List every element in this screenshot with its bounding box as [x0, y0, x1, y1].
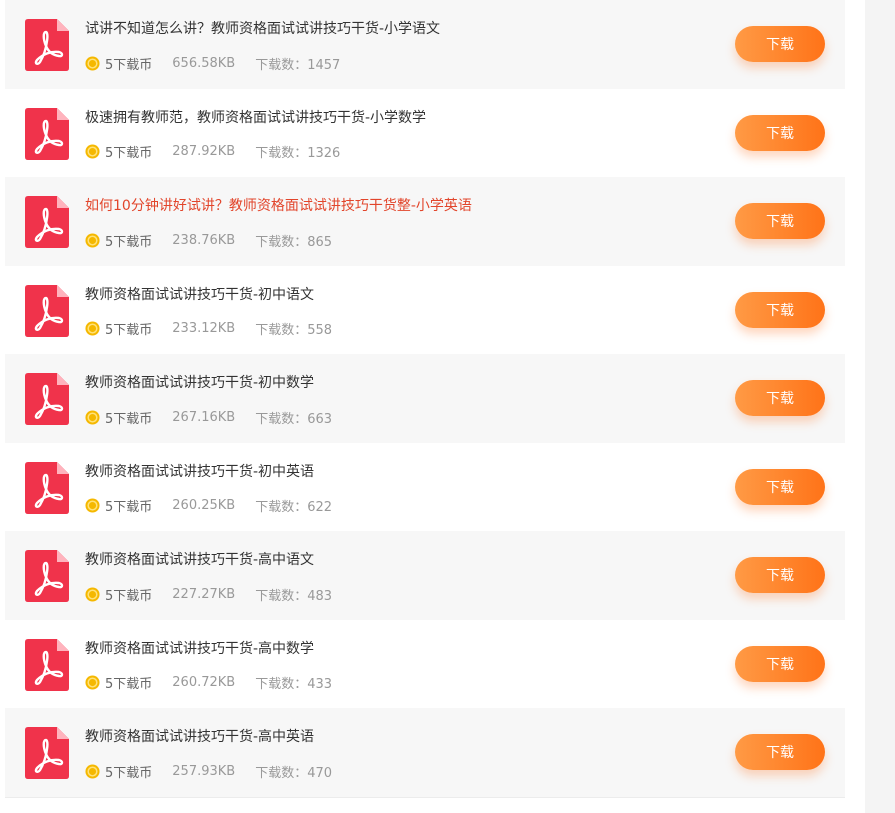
resource-meta: 5下载币 287.92KB 下载数：1326: [85, 143, 340, 161]
coin-icon: [85, 498, 100, 513]
download-button[interactable]: 下载: [735, 26, 825, 62]
download-cost: 5下载币: [105, 57, 153, 73]
pdf-icon: [25, 727, 69, 779]
file-size: 287.92KB: [172, 144, 236, 159]
list-item: 如何10分钟讲好试讲？教师资格面试试讲技巧干货整-小学英语 5下载币 238.7…: [5, 177, 845, 266]
resource-title[interactable]: 教师资格面试试讲技巧干货-初中数学: [85, 372, 314, 392]
pdf-icon: [25, 461, 69, 514]
pdf-icon: [25, 284, 69, 337]
resource-meta: 5下载币 260.72KB 下载数：433: [85, 674, 332, 692]
download-cost: 5下载币: [105, 677, 153, 692]
file-size: 260.72KB: [172, 675, 236, 690]
download-cost: 5下载币: [105, 765, 153, 781]
resource-meta: 5下载币 267.16KB 下载数：663: [85, 408, 333, 427]
resource-meta: 5下载币 656.58KB 下载数：1457: [85, 54, 341, 73]
pdf-icon: [25, 550, 69, 602]
resource-title[interactable]: 试讲不知道怎么讲？教师资格面试试讲技巧干货-小学语文: [85, 18, 440, 38]
download-count: 下载数：1326: [255, 146, 341, 161]
coin-icon: [85, 55, 100, 71]
file-size: 267.16KB: [172, 409, 236, 425]
download-button[interactable]: 下载: [735, 734, 825, 770]
resource-title[interactable]: 教师资格面试试讲技巧干货-高中语文: [85, 549, 314, 569]
download-button[interactable]: 下载: [735, 291, 825, 328]
resource-title[interactable]: 极速拥有教师范，教师资格面试试讲技巧干货-小学数学: [85, 107, 426, 127]
download-count: 下载数：663: [255, 411, 333, 427]
file-size: 238.76KB: [172, 232, 236, 248]
pdf-icon: [25, 196, 69, 248]
download-count: 下载数：1457: [255, 57, 341, 73]
file-size: 227.27KB: [172, 586, 236, 602]
list-item: 教师资格面试试讲技巧干货-初中语文 5下载币 233.12KB 下载数：558 …: [5, 266, 845, 355]
download-cost: 5下载币: [105, 500, 153, 515]
list-item: 教师资格面试试讲技巧干货-高中数学 5下载币 260.72KB 下载数：433 …: [5, 620, 845, 709]
coin-icon: [85, 232, 100, 248]
list-item: 教师资格面试试讲技巧干货-初中数学 5下载币 267.16KB 下载数：663 …: [5, 354, 845, 443]
list-item: 教师资格面试试讲技巧干货-高中英语 5下载币 257.93KB 下载数：470 …: [5, 708, 845, 798]
list-item: 教师资格面试试讲技巧干货-初中英语 5下载币 260.25KB 下载数：622 …: [5, 443, 845, 532]
resource-title[interactable]: 教师资格面试试讲技巧干货-高中数学: [85, 638, 314, 658]
download-button[interactable]: 下载: [735, 468, 825, 505]
download-cost: 5下载币: [105, 588, 153, 604]
download-list: 试讲不知道怎么讲？教师资格面试试讲技巧干货-小学语文 5下载币 656.58KB…: [5, 0, 845, 798]
page-gutter: [865, 0, 895, 813]
pdf-icon: [25, 19, 69, 71]
list-item: 试讲不知道怎么讲？教师资格面试试讲技巧干货-小学语文 5下载币 656.58KB…: [5, 0, 845, 89]
download-button[interactable]: 下载: [735, 203, 825, 239]
list-item: 极速拥有教师范，教师资格面试试讲技巧干货-小学数学 5下载币 287.92KB …: [5, 89, 845, 178]
coin-icon: [85, 409, 100, 425]
pdf-icon: [25, 373, 69, 425]
resource-title[interactable]: 教师资格面试试讲技巧干货-高中英语: [85, 726, 314, 746]
download-cost: 5下载币: [105, 146, 153, 161]
resource-meta: 5下载币 260.25KB 下载数：622: [85, 497, 332, 515]
download-button[interactable]: 下载: [735, 557, 825, 593]
resource-meta: 5下载币 227.27KB 下载数：483: [85, 585, 333, 604]
resource-title[interactable]: 教师资格面试试讲技巧干货-初中语文: [85, 284, 314, 304]
coin-icon: [85, 586, 100, 602]
coin-icon: [85, 144, 100, 159]
resource-title[interactable]: 教师资格面试试讲技巧干货-初中英语: [85, 461, 314, 481]
download-count: 下载数：433: [255, 677, 333, 692]
download-count: 下载数：483: [255, 588, 333, 604]
download-button[interactable]: 下载: [735, 645, 825, 682]
coin-icon: [85, 321, 100, 336]
coin-icon: [85, 763, 100, 779]
download-button[interactable]: 下载: [735, 114, 825, 151]
pdf-icon: [25, 638, 69, 691]
coin-icon: [85, 675, 100, 690]
file-size: 656.58KB: [172, 55, 236, 71]
list-item: 教师资格面试试讲技巧干货-高中语文 5下载币 227.27KB 下载数：483 …: [5, 531, 845, 620]
resource-meta: 5下载币 257.93KB 下载数：470: [85, 762, 333, 781]
download-button[interactable]: 下载: [735, 380, 825, 416]
download-count: 下载数：865: [255, 234, 333, 250]
resource-title[interactable]: 如何10分钟讲好试讲？教师资格面试试讲技巧干货整-小学英语: [85, 195, 472, 215]
download-cost: 5下载币: [105, 234, 153, 250]
download-count: 下载数：622: [255, 500, 333, 515]
file-size: 260.25KB: [172, 498, 236, 513]
download-count: 下载数：470: [255, 765, 333, 781]
download-cost: 5下载币: [105, 323, 153, 338]
download-cost: 5下载币: [105, 411, 153, 427]
resource-meta: 5下载币 233.12KB 下载数：558: [85, 320, 332, 338]
file-size: 257.93KB: [172, 763, 236, 779]
pdf-icon: [25, 107, 69, 160]
resource-meta: 5下载币 238.76KB 下载数：865: [85, 231, 333, 250]
file-size: 233.12KB: [172, 321, 236, 336]
download-count: 下载数：558: [255, 323, 333, 338]
